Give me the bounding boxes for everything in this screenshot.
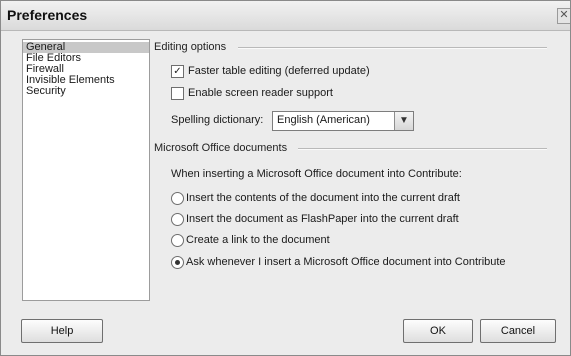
office-documents-divider (298, 148, 547, 150)
screen-reader-label: Enable screen reader support (188, 87, 333, 99)
radio-create-link[interactable] (171, 234, 184, 247)
ok-button[interactable]: OK (403, 319, 473, 343)
spelling-dictionary-select[interactable]: English (American) ▼ (272, 111, 414, 131)
category-list[interactable]: General File Editors Firewall Invisible … (22, 39, 150, 301)
radio-insert-flashpaper[interactable] (171, 213, 184, 226)
faster-table-checkbox[interactable]: ✓ (171, 65, 184, 78)
help-button[interactable]: Help (21, 319, 103, 343)
radio-insert-flashpaper-label: Insert the document as FlashPaper into t… (186, 213, 459, 225)
radio-insert-contents[interactable] (171, 192, 184, 205)
radio-ask-whenever-label: Ask whenever I insert a Microsoft Office… (186, 256, 506, 268)
editing-options-heading: Editing options (154, 41, 227, 53)
spelling-dictionary-value: English (American) (277, 114, 370, 126)
screen-reader-checkbox[interactable] (171, 87, 184, 100)
preferences-dialog: Preferences ✕ General File Editors Firew… (0, 0, 571, 356)
category-item-security[interactable]: Security (23, 86, 149, 97)
title-bar: Preferences ✕ (1, 1, 570, 31)
cancel-button[interactable]: Cancel (480, 319, 556, 343)
spelling-dictionary-label: Spelling dictionary: (171, 114, 264, 126)
dialog-title: Preferences (7, 7, 88, 23)
radio-ask-whenever[interactable] (171, 256, 184, 269)
faster-table-label: Faster table editing (deferred update) (188, 65, 370, 77)
office-documents-heading: Microsoft Office documents (154, 142, 288, 154)
chevron-down-icon[interactable]: ▼ (394, 112, 413, 130)
office-prompt-text: When inserting a Microsoft Office docume… (171, 168, 462, 180)
radio-selected-dot (175, 260, 180, 265)
close-icon[interactable]: ✕ (557, 8, 570, 24)
editing-options-divider (238, 47, 547, 49)
radio-create-link-label: Create a link to the document (186, 234, 330, 246)
radio-insert-contents-label: Insert the contents of the document into… (186, 192, 460, 204)
